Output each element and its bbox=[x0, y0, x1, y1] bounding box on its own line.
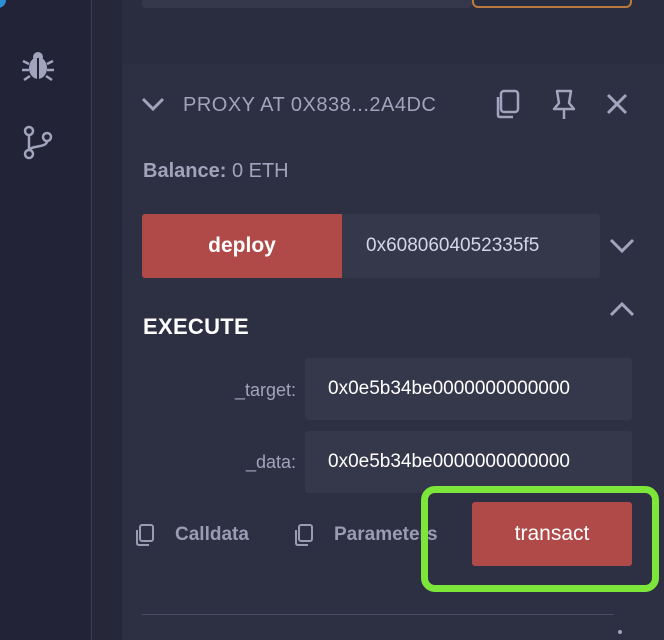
contract-title: PROXY AT 0X838...2A4DC bbox=[183, 94, 437, 116]
balance-label: Balance: bbox=[143, 160, 227, 182]
data-input[interactable]: 0x0e5b34be0000000000000 bbox=[305, 431, 632, 493]
target-label: _target: bbox=[234, 380, 296, 400]
more-options-icon[interactable] bbox=[618, 630, 622, 634]
execute-title: EXECUTE bbox=[143, 314, 250, 339]
chevron-down-icon[interactable] bbox=[608, 232, 636, 258]
pin-icon[interactable] bbox=[548, 88, 580, 120]
target-input[interactable]: 0x0e5b34be0000000000000 bbox=[305, 358, 632, 420]
data-label: _data: bbox=[245, 452, 296, 472]
deploy-bytecode-input[interactable]: 0x6080604052335f5 bbox=[342, 214, 600, 278]
copy-calldata-button[interactable]: Calldata bbox=[133, 522, 249, 548]
balance-display: Balance: 0 ETH bbox=[143, 160, 289, 183]
chevron-down-icon[interactable] bbox=[140, 92, 166, 116]
balance-value: 0 ETH bbox=[231, 160, 289, 182]
bug-icon[interactable] bbox=[20, 48, 56, 84]
panel-gutter bbox=[92, 0, 122, 640]
copy-icon bbox=[295, 524, 313, 546]
copy-parameters-button[interactable]: Parameters bbox=[292, 522, 438, 548]
divider bbox=[142, 614, 614, 615]
copy-icon[interactable] bbox=[492, 88, 524, 120]
close-icon[interactable] bbox=[601, 88, 633, 120]
copy-icon bbox=[136, 524, 154, 546]
highlight-box bbox=[421, 486, 659, 592]
git-branch-icon[interactable] bbox=[20, 124, 56, 160]
plugin-indicator bbox=[0, 0, 6, 8]
calldata-label: Calldata bbox=[175, 524, 249, 545]
previous-input[interactable] bbox=[142, 0, 472, 8]
previous-button[interactable] bbox=[472, 0, 632, 8]
activity-rail bbox=[0, 0, 92, 640]
deploy-button[interactable]: deploy bbox=[142, 214, 342, 278]
chevron-up-icon[interactable] bbox=[608, 296, 636, 322]
